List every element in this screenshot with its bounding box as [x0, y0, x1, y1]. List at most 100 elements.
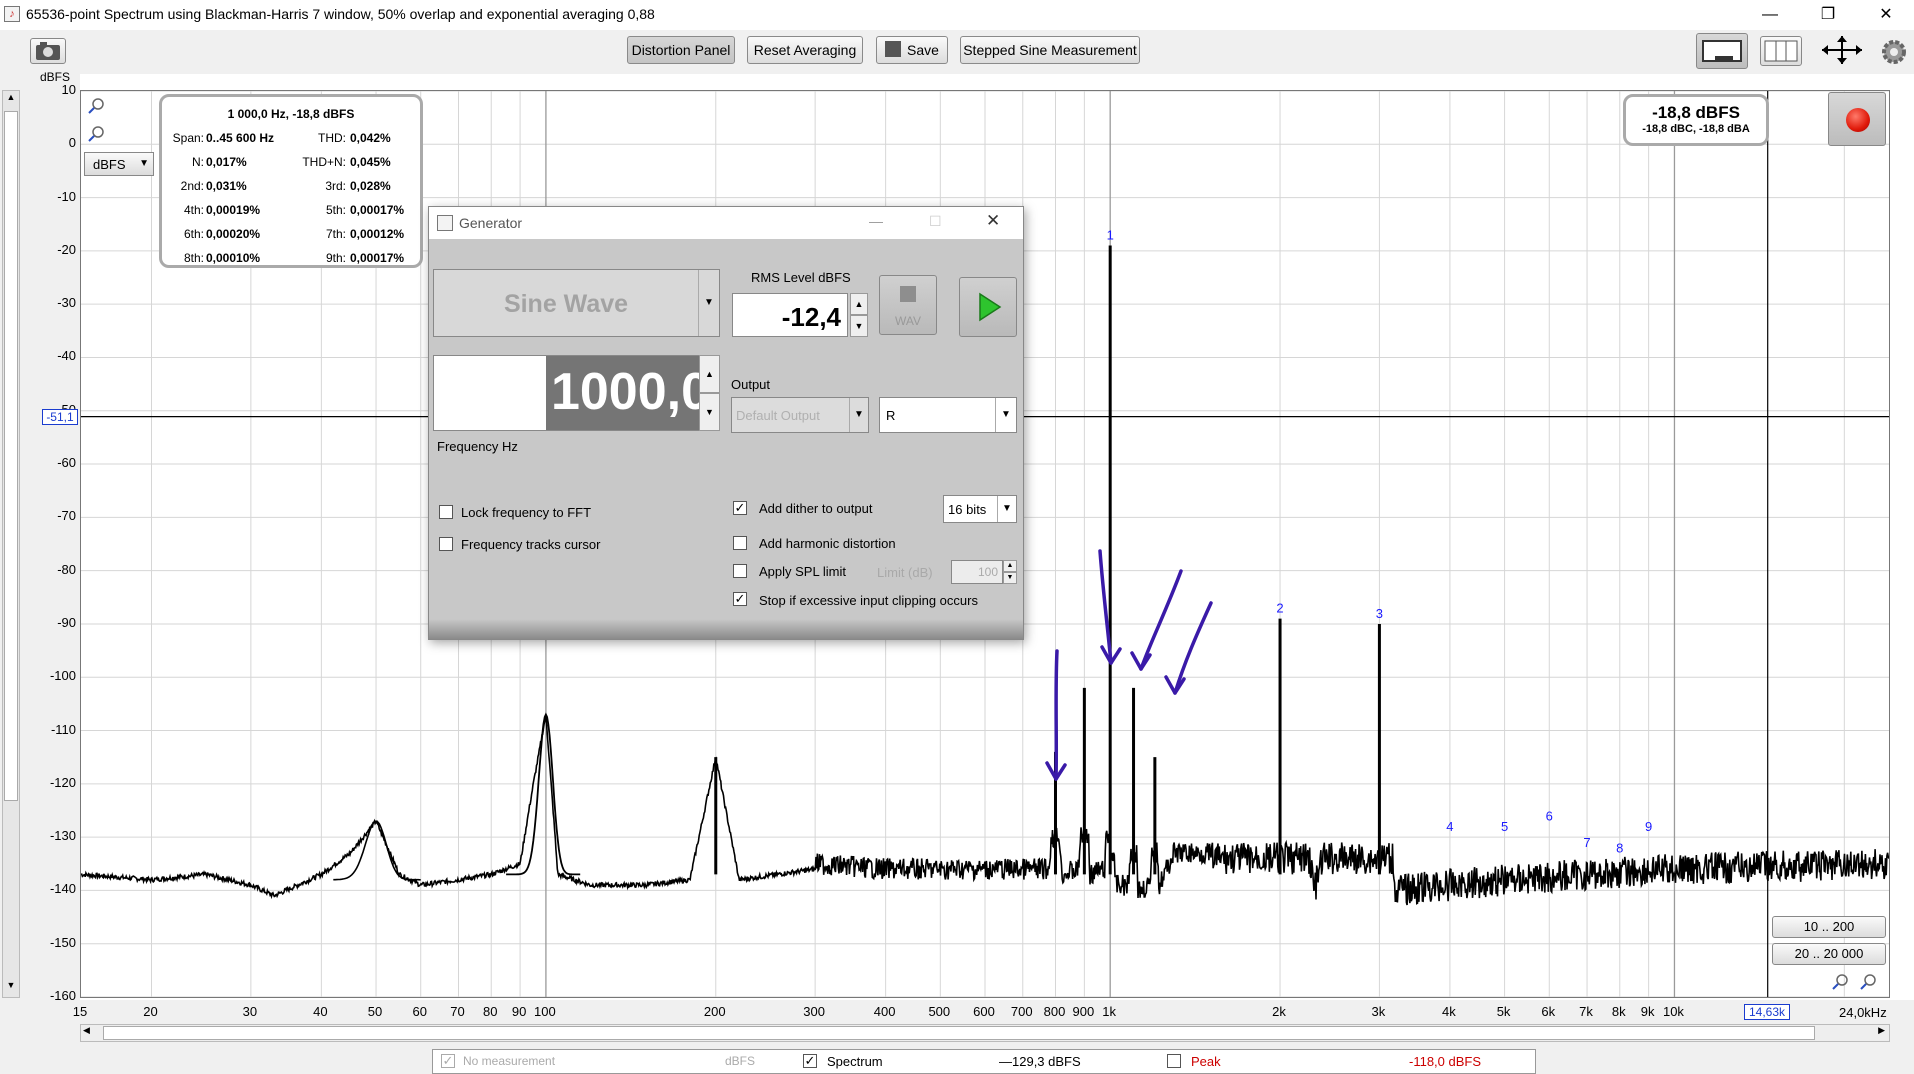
fit-axes-icon[interactable] [1818, 34, 1866, 66]
limit-value: 100 [977, 565, 998, 579]
y-tick-label: -30 [57, 295, 76, 311]
frequency-up-icon[interactable]: ▲ [699, 355, 720, 393]
columns-icon[interactable] [1760, 36, 1802, 66]
wav-button[interactable]: WAV [879, 275, 937, 335]
cursor-frequency-readout: 14,63k [1744, 1004, 1790, 1020]
output-device-dropdown[interactable]: Default Output ▼ [731, 397, 869, 433]
zoom-in-x-icon[interactable] [1830, 972, 1850, 997]
rms-level-label: RMS Level dBFS [751, 270, 851, 285]
record-button[interactable] [1828, 92, 1886, 146]
vertical-scrollbar[interactable]: ▲ ▼ [2, 90, 20, 998]
restore-button[interactable]: ❐ [1804, 0, 1852, 30]
peak-value: -118,0 dBFS [1409, 1054, 1482, 1069]
rms-down-icon[interactable]: ▼ [850, 315, 868, 337]
y-tick-label: -60 [57, 455, 76, 471]
zoom-out-y-icon[interactable] [86, 124, 106, 149]
output-channel-value: R [886, 408, 896, 423]
hscroll-thumb[interactable] [103, 1026, 1815, 1040]
spectrum-checkbox[interactable]: ✓ [803, 1054, 817, 1068]
x-tick-label: 200 [703, 1004, 726, 1019]
stop-clipping-checkbox[interactable]: ✓ [733, 592, 747, 606]
stats-key: 4th: [183, 203, 204, 217]
chevron-down-icon: ▼ [997, 496, 1016, 522]
y-tick-label: -160 [49, 988, 76, 1003]
no-measurement-checkbox[interactable]: ✓ [441, 1054, 455, 1068]
reset-averaging-button[interactable]: Reset Averaging [747, 36, 863, 64]
stats-key: 9th: [325, 251, 346, 265]
chevron-down-icon: ▼ [698, 270, 719, 336]
camera-icon[interactable] [30, 38, 66, 64]
y-tick-label: -80 [57, 561, 76, 577]
generator-maximize-button[interactable]: ☐ [929, 213, 942, 230]
spectrum-peak-100hz [506, 712, 581, 876]
frequency-tracks-checkbox[interactable] [439, 537, 453, 551]
generator-close-button[interactable]: ✕ [986, 211, 1000, 231]
window-titlebar: ♪ 65536-point Spectrum using Blackman-Ha… [0, 0, 1914, 30]
cursor-level-readout: -51,1 [42, 409, 78, 425]
spectrum-value: —129,3 dBFS [999, 1054, 1081, 1069]
close-button[interactable]: ✕ [1862, 0, 1910, 30]
y-tick-label: 10 [61, 82, 76, 97]
x-tick-label: 1k [1102, 1004, 1117, 1019]
limit-down-icon[interactable]: ▼ [1003, 572, 1017, 584]
add-harmonic-checkbox[interactable] [733, 536, 747, 550]
generator-title: Generator [459, 215, 523, 231]
x-tick-label: 400 [873, 1004, 896, 1019]
dither-bits-dropdown[interactable]: 16 bits ▼ [943, 495, 1017, 523]
scroll-thumb[interactable] [4, 111, 18, 801]
range-20-20000-button[interactable]: 20 .. 20 000 [1772, 943, 1886, 965]
peak-label: Peak [1191, 1054, 1221, 1069]
peak-checkbox[interactable] [1167, 1054, 1181, 1068]
waveform-dropdown[interactable]: Sine Wave ▼ [433, 269, 720, 337]
scroll-left-icon[interactable]: ◀ [83, 1025, 90, 1036]
distortion-panel-button[interactable]: Distortion Panel [627, 36, 735, 64]
generator-minimize-button[interactable]: — [869, 213, 883, 229]
zoom-out-x-icon[interactable] [1858, 972, 1878, 997]
spectrum-peak-50hz [333, 820, 421, 881]
stop-clipping-label: Stop if excessive input clipping occurs [759, 593, 978, 608]
rms-up-icon[interactable]: ▲ [850, 293, 868, 315]
harmonic-label: 7 [1583, 835, 1590, 850]
rms-level-input[interactable]: -12,4 [732, 293, 848, 337]
lock-frequency-checkbox[interactable] [439, 505, 453, 519]
output-channel-dropdown[interactable]: R ▼ [879, 397, 1017, 433]
frequency-down-icon[interactable]: ▼ [699, 393, 720, 431]
x-tick-label: 500 [928, 1004, 951, 1019]
scroll-up-icon[interactable]: ▲ [4, 92, 18, 108]
harmonic-label: 9 [1645, 819, 1652, 834]
waveform-value: Sine Wave [503, 290, 629, 318]
range-10-200-button[interactable]: 10 .. 200 [1772, 916, 1886, 938]
graph-layout-icon[interactable] [1696, 33, 1748, 69]
y-tick-label: -100 [49, 668, 76, 684]
apply-spl-checkbox[interactable] [733, 564, 747, 578]
limit-up-icon[interactable]: ▲ [1003, 560, 1017, 572]
save-button[interactable]: Save [876, 36, 948, 64]
x-tick-label: 300 [803, 1004, 825, 1019]
output-device-value: Default Output [736, 408, 820, 423]
stop-icon [900, 286, 916, 302]
annotation-arrow [1054, 649, 1059, 781]
harmonic-label: 5 [1501, 819, 1508, 834]
stats-key: 2nd: [180, 179, 204, 193]
save-label: Save [907, 42, 939, 58]
scroll-right-icon[interactable]: ▶ [1878, 1025, 1885, 1036]
y-unit-dropdown[interactable]: dBFS ▼ [84, 152, 154, 176]
play-button[interactable] [959, 277, 1017, 337]
x-tick-label: 50 [367, 1004, 383, 1019]
stepped-sine-button[interactable]: Stepped Sine Measurement [960, 36, 1140, 64]
scroll-down-icon[interactable]: ▼ [4, 980, 18, 996]
limit-input[interactable]: 100 [951, 560, 1003, 584]
y-tick-label: -20 [57, 241, 76, 257]
gear-icon[interactable] [1880, 38, 1908, 66]
stats-row: 4th: 0,00019% 5th: 0,00017% [162, 203, 420, 223]
horizontal-scrollbar[interactable]: ◀ ▶ [80, 1024, 1890, 1042]
stats-key: 5th: [325, 203, 346, 217]
annotation-arrow [1139, 569, 1183, 671]
annotation-arrow [1173, 601, 1213, 695]
add-dither-checkbox[interactable]: ✓ [733, 501, 747, 515]
frequency-input[interactable]: 1000,0 [433, 355, 715, 431]
dither-bits-value: 16 bits [948, 502, 987, 517]
minimize-button[interactable]: — [1746, 0, 1794, 30]
zoom-in-y-icon[interactable] [86, 96, 106, 121]
stats-value: 0,042% [350, 131, 391, 145]
